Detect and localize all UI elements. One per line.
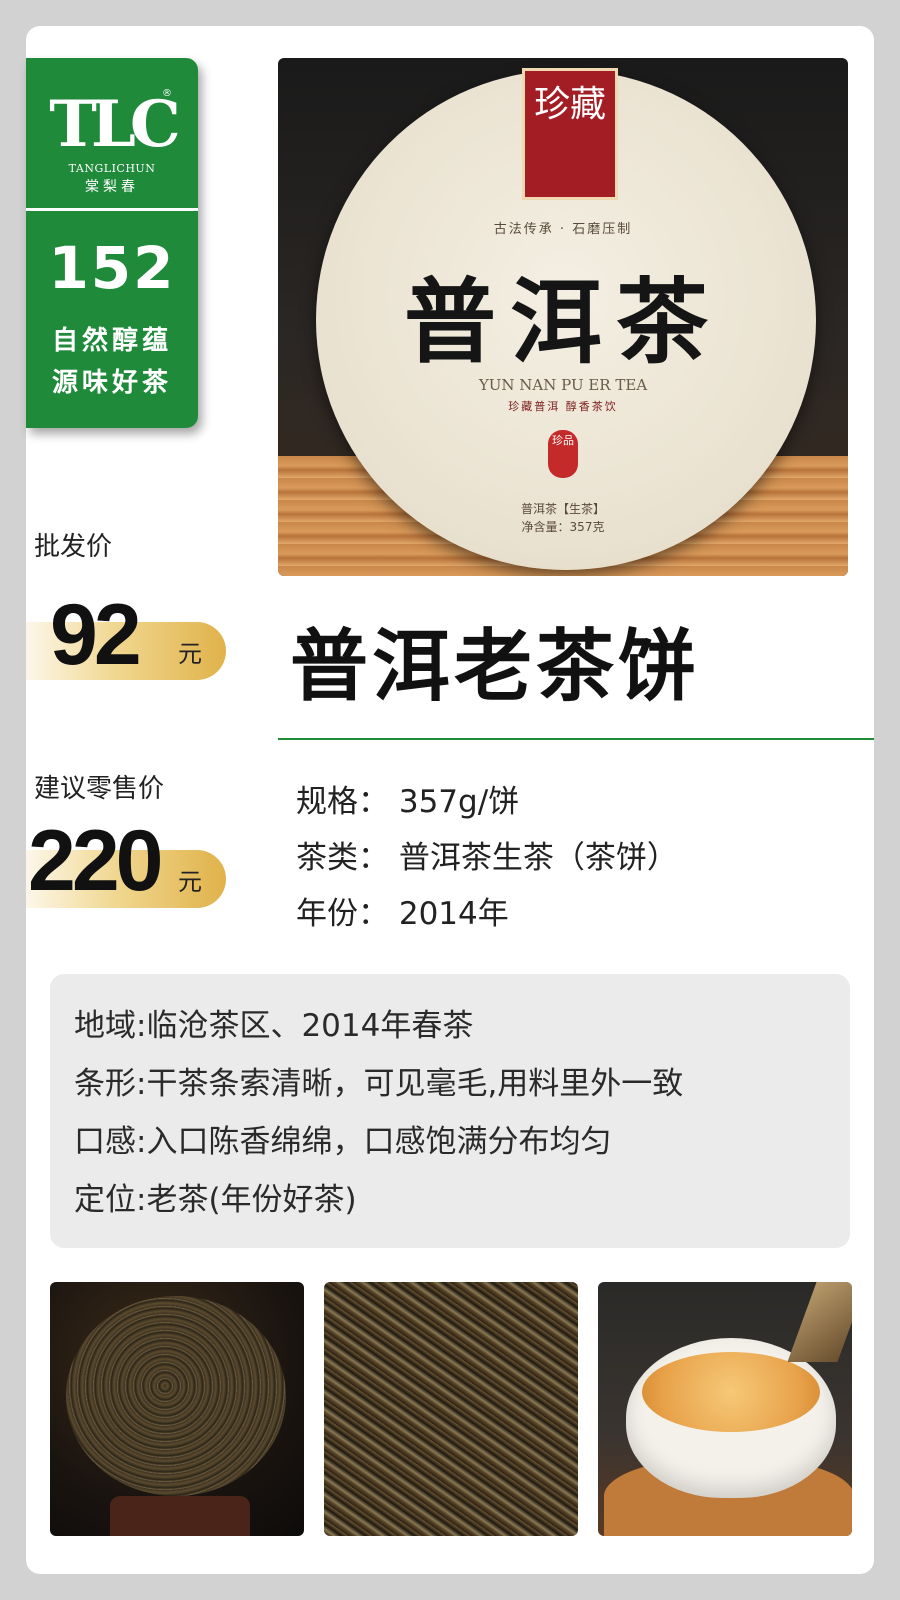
spec-size: 规格： 357g/饼 xyxy=(296,784,520,820)
badge-divider xyxy=(26,208,198,211)
wrapper-pinyin: YUN NAN PU ER TEA xyxy=(478,376,648,394)
brand-name-cn: 棠梨春 xyxy=(85,179,139,195)
spec-year: 年份： 2014年 xyxy=(296,896,509,932)
slogan-line-1: 自然醇蕴 xyxy=(51,326,172,356)
wrapper-subtitle: 珍藏普洱 醇香茶饮 xyxy=(508,400,618,413)
detail-taste: 口感:入口陈香绵绵，口感饱满分布均匀 xyxy=(74,1124,612,1160)
photo-tea-cup xyxy=(598,1282,852,1536)
brewed-tea xyxy=(642,1352,820,1432)
detail-region: 地域:临沧茶区、2014年春茶 xyxy=(74,1008,474,1044)
wholesale-price-unit: 元 xyxy=(178,640,202,668)
wholesale-price-label: 批发价 xyxy=(34,532,113,562)
red-stamp: 珍品 xyxy=(548,430,578,478)
brand-name-en: TANGLICHUN xyxy=(68,162,156,175)
product-title: 普洱老茶饼 xyxy=(290,622,701,712)
wholesale-price-value: 92 xyxy=(50,587,142,683)
pouring-spout xyxy=(787,1282,852,1362)
registered-mark: ® xyxy=(162,88,172,99)
wrapper-spec-weight: 净含量：357克 xyxy=(521,520,605,534)
retail-price-unit: 元 xyxy=(178,868,202,896)
spec-category: 茶类： 普洱茶生茶（茶饼） xyxy=(296,840,678,876)
wrapper-motto: 古法传承 · 石磨压制 xyxy=(493,222,633,237)
retail-price-label: 建议零售价 xyxy=(34,774,165,804)
photo-tea-leaves xyxy=(324,1282,578,1536)
detail-position: 定位:老茶(年份好茶) xyxy=(74,1182,357,1218)
pressed-tea-cake xyxy=(66,1296,286,1496)
wrapper-spec-type: 普洱茶【生茶】 xyxy=(520,502,605,516)
product-number: 152 xyxy=(48,234,176,302)
title-divider xyxy=(278,738,874,740)
badge-slogan: 自然醇蕴 源味好茶 xyxy=(26,320,198,404)
brand-logo: TLC ® TANGLICHUN 棠梨春 xyxy=(26,70,198,200)
hero-image: 珍藏 古法传承 · 石磨压制 普洱茶 YUN NAN PU ER TEA 珍藏普… xyxy=(278,58,848,576)
slogan-line-2: 源味好茶 xyxy=(51,368,172,398)
wrapper-title: 普洱茶 xyxy=(403,268,722,376)
detail-shape: 条形:干茶条索清晰，可见毫毛,用料里外一致 xyxy=(74,1066,684,1102)
photo-tea-cake xyxy=(50,1282,304,1536)
cake-stand xyxy=(110,1496,250,1536)
collection-seal: 珍藏 xyxy=(522,68,618,200)
retail-price-value: 220 xyxy=(28,813,163,909)
brand-badge: TLC ® TANGLICHUN 棠梨春 152 自然醇蕴 源味好茶 xyxy=(26,58,198,428)
logo-letters: TLC xyxy=(49,87,181,162)
details-box: 地域:临沧茶区、2014年春茶 条形:干茶条索清晰，可见毫毛,用料里外一致 口感… xyxy=(50,974,850,1248)
